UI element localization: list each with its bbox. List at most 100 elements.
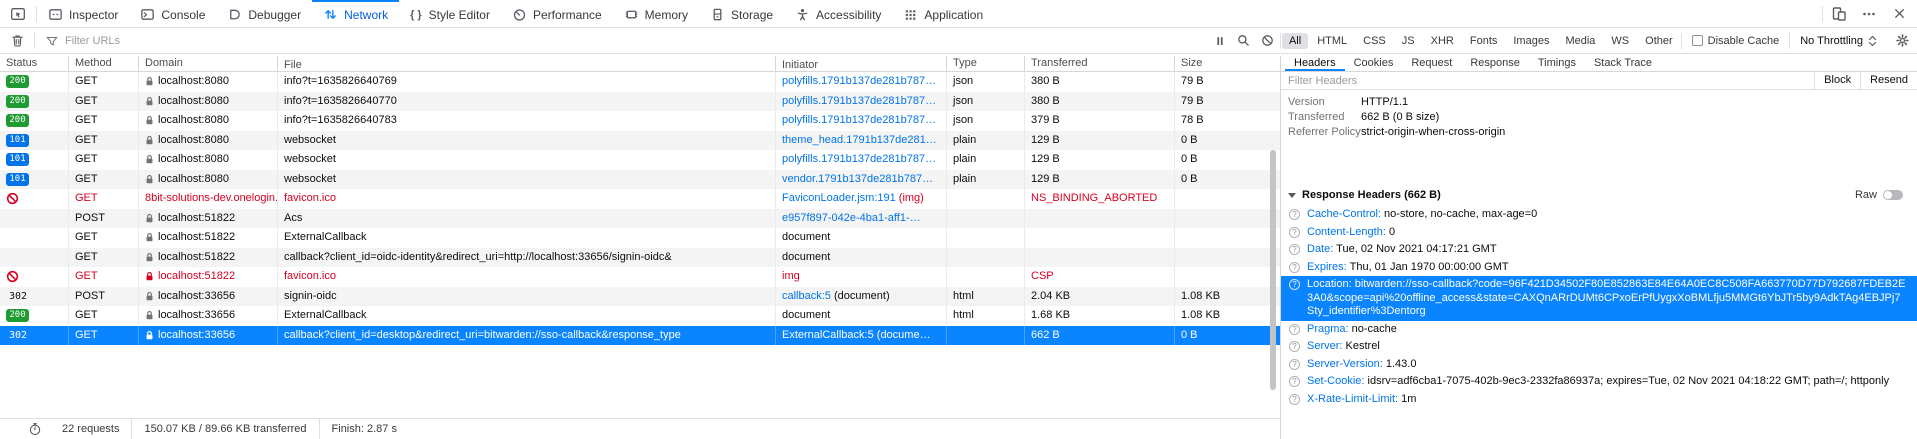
table-row[interactable]: 101GETlocalhost:8080websocketvendor.1791… [0, 170, 1280, 190]
initiator-link[interactable]: ExternalCallback:5 [782, 329, 874, 341]
disable-cache-checkbox[interactable] [1692, 35, 1703, 46]
initiator-link[interactable]: vendor.1791b137de281b787… [782, 173, 933, 185]
type-filter-xhr[interactable]: XHR [1424, 33, 1461, 49]
clear-requests-button[interactable] [0, 28, 34, 53]
header-help-icon[interactable]: ? [1289, 376, 1300, 387]
type-filter-media[interactable]: Media [1558, 33, 1602, 49]
response-header-row[interactable]: ?Cache-Control: no-store, no-cache, max-… [1281, 206, 1917, 224]
pause-recording-button[interactable] [1208, 28, 1232, 53]
column-header-file[interactable]: File [278, 56, 776, 71]
tab-memory[interactable]: Memory [613, 0, 699, 27]
header-help-icon[interactable]: ? [1289, 227, 1300, 238]
header-help-icon[interactable]: ? [1289, 394, 1300, 405]
close-devtools-button[interactable] [1885, 0, 1913, 27]
column-header-initiator[interactable]: Initiator [776, 56, 947, 71]
tab-storage[interactable]: Storage [699, 0, 784, 27]
column-header-domain[interactable]: Domain [139, 56, 278, 71]
tab-application[interactable]: Application [892, 0, 994, 27]
tab-performance[interactable]: Performance [501, 0, 613, 27]
table-row[interactable]: 101GETlocalhost:8080websockettheme_head.… [0, 131, 1280, 151]
tab-console[interactable]: Console [129, 0, 216, 27]
blocked-icon [6, 270, 19, 283]
devtools-menu-button[interactable] [1855, 0, 1883, 27]
tab-style-editor[interactable]: { } Style Editor [399, 0, 501, 27]
request-details-pane: Headers Cookies Request Response Timings… [1280, 56, 1917, 439]
header-help-icon[interactable]: ? [1289, 359, 1300, 370]
header-help-icon[interactable]: ? [1289, 341, 1300, 352]
filter-urls-input[interactable] [65, 35, 485, 47]
pick-element-button[interactable] [0, 0, 36, 27]
type-filter-fonts[interactable]: Fonts [1463, 33, 1505, 49]
header-help-icon[interactable]: ? [1289, 324, 1300, 335]
column-header-status[interactable]: Status [0, 56, 69, 71]
initiator-link[interactable]: polyfills.1791b137de281b787… [782, 114, 936, 126]
table-row[interactable]: 200GETlocalhost:33656ExternalCallbackdoc… [0, 306, 1280, 326]
disable-cache-control[interactable]: Disable Cache [1682, 35, 1790, 47]
initiator-link[interactable]: polyfills.1791b137de281b787… [782, 95, 936, 107]
responsive-design-mode-button[interactable] [1825, 0, 1853, 27]
header-help-icon[interactable]: ? [1289, 244, 1300, 255]
type-filter-css[interactable]: CSS [1356, 33, 1393, 49]
details-tab-response[interactable]: Response [1461, 56, 1529, 71]
response-header-row[interactable]: ?X-Rate-Limit-Limit: 1m [1281, 391, 1917, 409]
table-row[interactable]: 200GETlocalhost:8080info?t=1635826640770… [0, 92, 1280, 112]
filter-headers-input[interactable] [1281, 75, 1814, 87]
initiator-link[interactable]: polyfills.1791b137de281b787… [782, 75, 936, 87]
type-filter-html[interactable]: HTML [1310, 33, 1354, 49]
type-filter-js[interactable]: JS [1395, 33, 1422, 49]
response-header-row[interactable]: ?Location: bitwarden://sso-callback?code… [1281, 276, 1917, 321]
details-tab-request[interactable]: Request [1402, 56, 1461, 71]
response-header-row[interactable]: ?Server-Version: 1.43.0 [1281, 356, 1917, 374]
initiator-link[interactable]: polyfills.1791b137de281b787… [782, 153, 936, 165]
response-header-row[interactable]: ?Pragma: no-cache [1281, 321, 1917, 339]
column-header-method[interactable]: Method [69, 56, 139, 71]
tab-debugger[interactable]: Debugger [216, 0, 312, 27]
response-headers-section-header[interactable]: Response Headers (662 B) Raw [1281, 186, 1917, 204]
type-filter-images[interactable]: Images [1506, 33, 1556, 49]
request-list-scrollbar[interactable] [1270, 150, 1276, 390]
initiator-link[interactable]: e957f897-042e-4ba1-aff1-… [782, 212, 921, 224]
resend-button[interactable]: Resend [1860, 72, 1917, 89]
type-filter-all[interactable]: All [1282, 33, 1308, 49]
table-row[interactable]: GETlocalhost:51822ExternalCallbackdocume… [0, 228, 1280, 248]
table-row[interactable]: 200GETlocalhost:8080info?t=1635826640769… [0, 72, 1280, 92]
header-help-icon[interactable]: ? [1289, 262, 1300, 273]
details-tab-stack-trace[interactable]: Stack Trace [1585, 56, 1661, 71]
header-help-icon[interactable]: ? [1289, 209, 1300, 220]
details-tab-cookies[interactable]: Cookies [1345, 56, 1403, 71]
response-header-row[interactable]: ?Expires: Thu, 01 Jan 1970 00:00:00 GMT [1281, 259, 1917, 277]
initiator-link[interactable]: callback:5 [782, 290, 831, 302]
column-header-type[interactable]: Type [947, 56, 1025, 71]
response-header-row[interactable]: ?Date: Tue, 02 Nov 2021 04:17:21 GMT [1281, 241, 1917, 259]
table-row[interactable]: GET8bit-solutions-dev.onelogin.…favicon.… [0, 189, 1280, 209]
type-filter-ws[interactable]: WS [1604, 33, 1636, 49]
initiator-link[interactable]: theme_head.1791b137de281… [782, 134, 937, 146]
throttling-select[interactable]: No Throttling [1790, 35, 1887, 47]
network-settings-button[interactable] [1887, 28, 1917, 53]
response-header-row[interactable]: ?Server: Kestrel [1281, 338, 1917, 356]
table-row[interactable]: 101GETlocalhost:8080websocketpolyfills.1… [0, 150, 1280, 170]
table-row[interactable]: 302POSTlocalhost:33656signin-oidccallbac… [0, 287, 1280, 307]
tab-network[interactable]: Network [312, 0, 399, 27]
column-header-transferred[interactable]: Transferred [1025, 56, 1175, 71]
type-filter-other[interactable]: Other [1638, 33, 1680, 49]
details-tab-headers[interactable]: Headers [1285, 56, 1345, 71]
table-row[interactable]: POSTlocalhost:51822Acse957f897-042e-4ba1… [0, 209, 1280, 229]
details-tab-timings[interactable]: Timings [1529, 56, 1585, 71]
block-requests-button[interactable] [1256, 28, 1280, 53]
response-header-row[interactable]: ?Set-Cookie: idsrv=adf6cba1-7075-402b-9e… [1281, 373, 1917, 391]
header-help-icon[interactable]: ? [1289, 279, 1300, 290]
table-row[interactable]: 302GETlocalhost:33656callback?client_id=… [0, 326, 1280, 346]
tab-inspector[interactable]: Inspector [37, 0, 129, 27]
table-row[interactable]: GETlocalhost:51822callback?client_id=oid… [0, 248, 1280, 268]
pick-element-icon [10, 6, 26, 22]
column-header-size[interactable]: Size [1175, 56, 1280, 71]
table-row[interactable]: GETlocalhost:51822favicon.icoimgCSP [0, 267, 1280, 287]
raw-toggle[interactable] [1883, 190, 1903, 200]
search-button[interactable] [1232, 28, 1256, 53]
table-row[interactable]: 200GETlocalhost:8080info?t=1635826640783… [0, 111, 1280, 131]
block-button[interactable]: Block [1814, 72, 1860, 89]
tab-accessibility[interactable]: Accessibility [784, 0, 892, 27]
response-header-row[interactable]: ?Content-Length: 0 [1281, 224, 1917, 242]
initiator-link[interactable]: FaviconLoader.jsm:191 [782, 192, 896, 204]
